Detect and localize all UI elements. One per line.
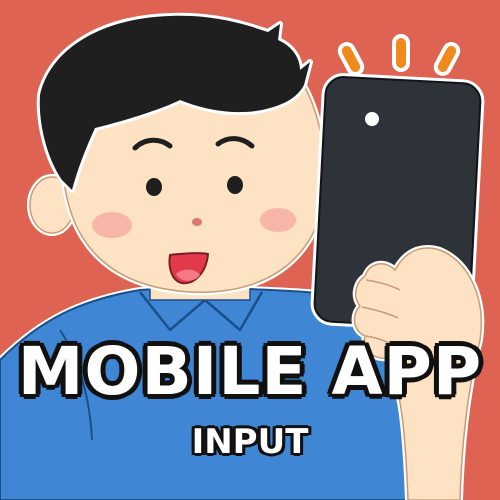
left-cheek — [92, 212, 132, 238]
nose — [192, 218, 202, 226]
title-text: MOBILE APP — [16, 332, 483, 412]
subtitle-text: INPUT — [191, 421, 310, 463]
right-eye — [227, 176, 243, 194]
thumbnail-canvas: MOBILE APP INPUT — [0, 0, 500, 500]
notification-burst-icon — [337, 34, 461, 76]
right-cheek — [260, 208, 296, 232]
left-eye — [146, 178, 162, 196]
camera-icon — [365, 112, 379, 126]
